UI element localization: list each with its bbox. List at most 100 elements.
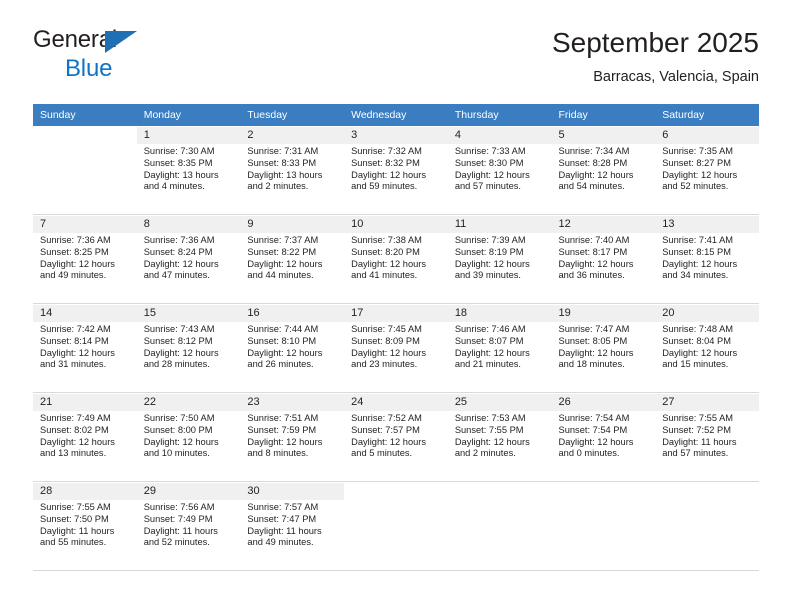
calendar-cell-inner: 7 Sunrise: 7:36 AM Sunset: 8:25 PM Daylight… <box>33 215 137 303</box>
day-number: 11 <box>447 216 552 233</box>
sunrise-text: Sunrise: 7:37 AM <box>247 235 319 245</box>
calendar-cell[interactable]: 6 Sunrise: 7:35 AM Sunset: 8:27 PM Daylight… <box>655 126 759 215</box>
day-details: Sunrise: 7:49 AM Sunset: 8:02 PM Daylight:… <box>33 411 137 460</box>
sunrise-text: Sunrise: 7:40 AM <box>558 235 630 245</box>
sunrise-text: Sunrise: 7:47 AM <box>558 324 630 334</box>
calendar-cell-inner: 1 Sunrise: 7:30 AM Sunset: 8:35 PM Daylight… <box>136 126 241 214</box>
day-number: 1 <box>136 127 241 144</box>
sunset-text: Sunset: 8:14 PM <box>40 335 109 346</box>
daylight-text-line2: and 39 minutes. <box>454 270 521 281</box>
calendar-cell[interactable]: 21 Sunrise: 7:49 AM Sunset: 8:02 PM Dayligh… <box>33 392 137 482</box>
calendar-cell-inner: 13 Sunrise: 7:41 AM Sunset: 8:15 PM Dayligh… <box>655 215 759 303</box>
calendar-cell-inner: 22 Sunrise: 7:50 AM Sunset: 8:00 PM Dayligh… <box>136 393 241 481</box>
calendar-cell[interactable]: 12 Sunrise: 7:40 AM Sunset: 8:17 PM Dayligh… <box>551 214 656 304</box>
daylight-text-line1: Daylight: 12 hours <box>558 347 634 358</box>
daylight-text-line2: and 5 minutes. <box>351 448 413 459</box>
day-details: Sunrise: 7:52 AM Sunset: 7:57 PM Daylight:… <box>344 411 448 460</box>
day-details: Sunrise: 7:34 AM Sunset: 8:28 PM Daylight:… <box>552 144 656 193</box>
daylight-text-line1: Daylight: 12 hours <box>662 347 738 358</box>
calendar-cell[interactable]: 2 Sunrise: 7:31 AM Sunset: 8:33 PM Daylight… <box>240 126 345 215</box>
day-details: Sunrise: 7:35 AM Sunset: 8:27 PM Daylight:… <box>655 144 759 193</box>
sunset-text: Sunset: 8:22 PM <box>247 246 317 257</box>
day-details: Sunrise: 7:45 AM Sunset: 8:09 PM Daylight:… <box>344 322 448 371</box>
calendar-cell[interactable]: 16 Sunrise: 7:44 AM Sunset: 8:10 PM Dayligh… <box>240 303 345 393</box>
calendar-cell[interactable]: 17 Sunrise: 7:45 AM Sunset: 8:09 PM Dayligh… <box>344 303 448 393</box>
calendar-body: 1 Sunrise: 7:30 AM Sunset: 8:35 PM Daylight… <box>33 126 759 571</box>
day-details: Sunrise: 7:43 AM Sunset: 8:12 PM Daylight:… <box>137 322 241 371</box>
daylight-text-line2: and 26 minutes. <box>247 359 314 370</box>
sunset-text: Sunset: 7:50 PM <box>40 513 109 524</box>
weekday-header-monday: Monday <box>136 104 241 126</box>
weekday-header-saturday: Saturday <box>655 104 759 126</box>
calendar-cell-inner: 12 Sunrise: 7:40 AM Sunset: 8:17 PM Dayligh… <box>551 215 656 303</box>
calendar-cell[interactable]: 11 Sunrise: 7:39 AM Sunset: 8:19 PM Dayligh… <box>447 214 552 304</box>
sunset-text: Sunset: 8:19 PM <box>454 246 524 257</box>
daylight-text-line2: and 52 minutes. <box>143 537 210 548</box>
daylight-text-line2: and 55 minutes. <box>40 537 107 548</box>
daylight-text-line1: Daylight: 13 hours <box>143 169 219 180</box>
day-details: Sunrise: 7:31 AM Sunset: 8:33 PM Daylight:… <box>240 144 344 193</box>
sunset-text: Sunset: 8:10 PM <box>247 335 317 346</box>
sunrise-text: Sunrise: 7:43 AM <box>143 324 215 334</box>
calendar-cell[interactable]: 15 Sunrise: 7:43 AM Sunset: 8:12 PM Dayligh… <box>136 303 241 393</box>
calendar-cell <box>655 481 759 571</box>
calendar-cell-inner: 17 Sunrise: 7:45 AM Sunset: 8:09 PM Dayligh… <box>344 304 448 392</box>
sunset-text: Sunset: 7:57 PM <box>351 424 420 435</box>
day-details: Sunrise: 7:53 AM Sunset: 7:55 PM Daylight:… <box>448 411 552 460</box>
day-details: Sunrise: 7:41 AM Sunset: 8:15 PM Daylight:… <box>655 233 759 282</box>
calendar-cell[interactable]: 9 Sunrise: 7:37 AM Sunset: 8:22 PM Daylight… <box>240 214 345 304</box>
calendar-cell <box>344 481 448 571</box>
calendar-cell[interactable]: 4 Sunrise: 7:33 AM Sunset: 8:30 PM Daylight… <box>447 126 552 215</box>
calendar-cell[interactable]: 1 Sunrise: 7:30 AM Sunset: 8:35 PM Daylight… <box>136 126 241 215</box>
sunset-text: Sunset: 8:25 PM <box>40 246 109 257</box>
calendar-cell[interactable]: 22 Sunrise: 7:50 AM Sunset: 8:00 PM Dayligh… <box>136 392 241 482</box>
day-number: 15 <box>136 305 241 322</box>
calendar-cell[interactable]: 29 Sunrise: 7:56 AM Sunset: 7:49 PM Dayligh… <box>136 481 241 571</box>
daylight-text-line1: Daylight: 12 hours <box>40 258 115 269</box>
calendar-cell[interactable]: 23 Sunrise: 7:51 AM Sunset: 7:59 PM Dayligh… <box>240 392 345 482</box>
sunrise-text: Sunrise: 7:48 AM <box>662 324 734 334</box>
sunrise-text: Sunrise: 7:46 AM <box>454 324 526 334</box>
sunset-text: Sunset: 7:55 PM <box>454 424 524 435</box>
sunrise-text: Sunrise: 7:42 AM <box>40 324 111 334</box>
sunset-text: Sunset: 8:09 PM <box>351 335 420 346</box>
weekday-header-sunday: Sunday <box>33 104 137 126</box>
day-number: 20 <box>655 305 759 322</box>
sunrise-text: Sunrise: 7:30 AM <box>143 146 215 156</box>
calendar-cell[interactable]: 19 Sunrise: 7:47 AM Sunset: 8:05 PM Dayligh… <box>551 303 656 393</box>
calendar-cell[interactable]: 18 Sunrise: 7:46 AM Sunset: 8:07 PM Dayligh… <box>447 303 552 393</box>
day-number: 10 <box>344 216 448 233</box>
calendar-cell[interactable]: 3 Sunrise: 7:32 AM Sunset: 8:32 PM Daylight… <box>344 126 448 215</box>
calendar-cell[interactable]: 5 Sunrise: 7:34 AM Sunset: 8:28 PM Daylight… <box>551 126 656 215</box>
calendar-cell[interactable]: 24 Sunrise: 7:52 AM Sunset: 7:57 PM Dayligh… <box>344 392 448 482</box>
day-details: Sunrise: 7:33 AM Sunset: 8:30 PM Daylight:… <box>448 144 552 193</box>
sunset-text: Sunset: 7:54 PM <box>558 424 628 435</box>
daylight-text-line2: and 49 minutes. <box>40 270 107 281</box>
calendar-cell[interactable]: 27 Sunrise: 7:55 AM Sunset: 7:52 PM Dayligh… <box>655 392 759 482</box>
calendar-cell[interactable]: 14 Sunrise: 7:42 AM Sunset: 8:14 PM Dayligh… <box>33 303 137 393</box>
calendar-cell[interactable]: 13 Sunrise: 7:41 AM Sunset: 8:15 PM Dayligh… <box>655 214 759 304</box>
day-number: 7 <box>33 216 137 233</box>
day-details: Sunrise: 7:48 AM Sunset: 8:04 PM Daylight:… <box>655 322 759 371</box>
triangle-icon <box>105 31 137 53</box>
calendar-cell[interactable]: 26 Sunrise: 7:54 AM Sunset: 7:54 PM Dayligh… <box>551 392 656 482</box>
sunrise-text: Sunrise: 7:33 AM <box>454 146 526 156</box>
calendar-cell[interactable]: 8 Sunrise: 7:36 AM Sunset: 8:24 PM Daylight… <box>136 214 241 304</box>
calendar-cell[interactable]: 10 Sunrise: 7:38 AM Sunset: 8:20 PM Dayligh… <box>344 214 448 304</box>
calendar-cell[interactable]: 20 Sunrise: 7:48 AM Sunset: 8:04 PM Dayligh… <box>655 303 759 393</box>
calendar-cell[interactable]: 28 Sunrise: 7:55 AM Sunset: 7:50 PM Dayligh… <box>33 481 137 571</box>
calendar-cell[interactable]: 30 Sunrise: 7:57 AM Sunset: 7:47 PM Dayligh… <box>240 481 345 571</box>
calendar-cell-inner: 26 Sunrise: 7:54 AM Sunset: 7:54 PM Dayligh… <box>551 393 656 481</box>
brand-logo[interactable]: General Blue <box>33 28 253 90</box>
calendar-cell-inner: 20 Sunrise: 7:48 AM Sunset: 8:04 PM Dayligh… <box>655 304 759 392</box>
calendar-cell-inner: 21 Sunrise: 7:49 AM Sunset: 8:02 PM Dayligh… <box>33 393 137 481</box>
sunset-text: Sunset: 7:49 PM <box>143 513 213 524</box>
sunrise-text: Sunrise: 7:38 AM <box>351 235 422 245</box>
day-number: 16 <box>240 305 345 322</box>
day-number: 27 <box>655 394 759 411</box>
calendar-cell[interactable]: 7 Sunrise: 7:36 AM Sunset: 8:25 PM Daylight… <box>33 214 137 304</box>
calendar-week-row: 1 Sunrise: 7:30 AM Sunset: 8:35 PM Daylight… <box>33 126 759 215</box>
calendar-cell[interactable]: 25 Sunrise: 7:53 AM Sunset: 7:55 PM Dayligh… <box>447 392 552 482</box>
day-details <box>344 500 448 502</box>
sunset-text: Sunset: 8:07 PM <box>454 335 524 346</box>
